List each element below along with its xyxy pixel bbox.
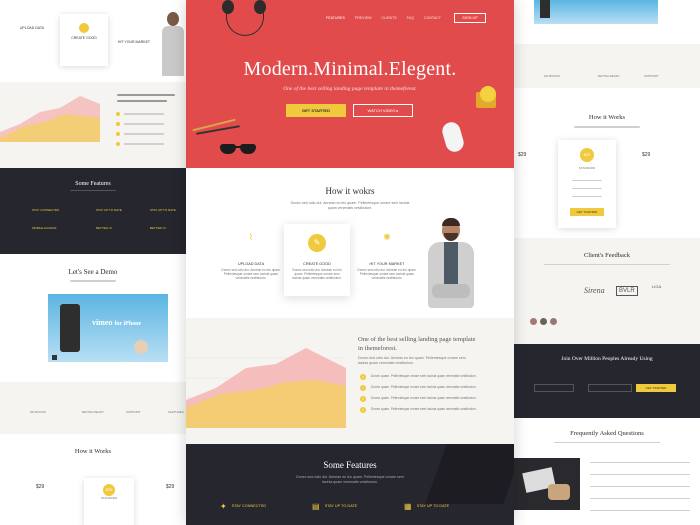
- businessman-photo: [422, 218, 482, 318]
- features-section: Some Features Donec sed odio dui. Aenean…: [186, 444, 514, 525]
- feature-stay-up-to-date: ▤ STAY UP TO DATE: [312, 502, 358, 511]
- cup-image: [476, 86, 500, 108]
- left-man-photo: [160, 10, 186, 82]
- right-cta-section: Join Over Million Peoples Already Using …: [514, 344, 700, 418]
- avatars: [530, 318, 566, 326]
- check-icon: ✓: [360, 407, 366, 413]
- paperclip-icon: ⌇: [248, 232, 254, 242]
- check-icon: ✓: [360, 385, 366, 391]
- left-features-section: Some Features STAY CONNECTED STAY UP TO …: [0, 168, 186, 254]
- video-player[interactable]: vimeo for iPhone: [48, 294, 168, 362]
- left-area-chart: [0, 96, 100, 142]
- compass-icon: ✺: [383, 232, 391, 242]
- left-icons-section: HD BOOKS RETINA READY SUPPORT FEATURES: [0, 382, 186, 434]
- how-section: How it wokrs Donec sed odio dui. Aenean …: [186, 168, 514, 318]
- book-icon: ▤: [312, 502, 320, 511]
- check-list: ✓ Donec quam. Pellentesque ornare sem lac…: [360, 374, 477, 413]
- left-card-create: CREATE GOOD: [60, 14, 108, 66]
- play-icon[interactable]: [52, 355, 57, 360]
- play-icon: ▸: [396, 108, 399, 113]
- pencils-image: [192, 118, 242, 135]
- grid-icon: ▦: [404, 502, 412, 511]
- area-chart: [186, 348, 346, 428]
- hero-section: FEATURES PREVIEW CLIENTS FAQ CONTACT SIG…: [186, 0, 514, 168]
- right-faq-photo: [514, 458, 580, 510]
- left-pricing-section: How it Works $29 $29 STANDARD $29: [0, 434, 186, 525]
- nav-clients[interactable]: CLIENTS: [381, 16, 396, 20]
- watch-video-button[interactable]: WATCH VIDEO ▸: [353, 104, 413, 117]
- check-icon: ✓: [360, 396, 366, 402]
- right-video-thumb: [534, 0, 658, 24]
- selling-section: One of the best selling landing page tem…: [186, 318, 514, 444]
- hero-subtitle: One of the best selling landing page tem…: [283, 86, 417, 92]
- center-page: FEATURES PREVIEW CLIENTS FAQ CONTACT SIG…: [186, 0, 514, 525]
- feature-stay-connected: ✦ STAY CONNECTED: [220, 502, 267, 511]
- hero-title: Modern.Minimal.Elegent.: [243, 58, 457, 80]
- left-price-card: $29 STANDARD: [84, 478, 134, 525]
- right-page: HD BOOKS RETINA READY SUPPORT How it Wor…: [514, 0, 700, 525]
- card-hit-market: ✺ HIT YOUR MARKET Donec sed odio dui. Ae…: [354, 232, 420, 281]
- nav-features[interactable]: FEATURES: [326, 16, 345, 20]
- right-icons-section: HD BOOKS RETINA READY SUPPORT: [514, 44, 700, 88]
- right-feedback-section: Client's Feedback Sirena BVLR LIGA: [514, 238, 700, 344]
- nav-bar: FEATURES PREVIEW CLIENTS FAQ CONTACT: [326, 13, 441, 23]
- right-price-card: $29 STANDARD GET STARTED: [558, 140, 616, 228]
- left-chart-section: [0, 82, 186, 168]
- features-title: Some Features: [323, 460, 377, 470]
- left-demo-section: Let's See a Demo vimeo for iPhone: [0, 254, 186, 382]
- left-card-upload: UPLOAD DATA: [19, 26, 45, 30]
- card-upload-data: ⌇ UPLOAD DATA Donec sed odio dui. Aenean…: [221, 232, 281, 281]
- lightbulb-icon: ✦: [220, 502, 227, 511]
- nav-contact[interactable]: CONTACT: [424, 16, 441, 20]
- selling-heading: One of the best selling landing page tem…: [358, 336, 476, 352]
- pencil-icon: ✎: [308, 234, 326, 252]
- mouse-image: [440, 120, 466, 154]
- nav-preview[interactable]: PREVIEW: [355, 16, 372, 20]
- left-page: UPLOAD DATA CREATE GOOD HIT YOUR MARKET …: [0, 0, 186, 525]
- left-card-market: HIT YOUR MARKET: [117, 40, 151, 44]
- pencil-icon: [79, 23, 89, 33]
- signup-button[interactable]: SIGN UP: [454, 13, 486, 23]
- right-cta-button[interactable]: GET STARTED: [636, 384, 676, 392]
- how-title: How it wokrs: [325, 186, 375, 196]
- glasses-image: [220, 142, 260, 156]
- headphones-image: [214, 0, 274, 36]
- feature-stay-up-to-date-2: ▦ STAY UP TO DATE: [404, 502, 450, 511]
- nav-faq[interactable]: FAQ: [407, 16, 414, 20]
- get-started-button[interactable]: GET STARTED: [286, 104, 346, 117]
- card-create-good[interactable]: ✎ CREATE GOOD Donec sed odio dui. Aenean…: [284, 224, 350, 296]
- check-icon: ✓: [360, 374, 366, 380]
- right-get-started-button[interactable]: GET STARTED: [570, 208, 604, 216]
